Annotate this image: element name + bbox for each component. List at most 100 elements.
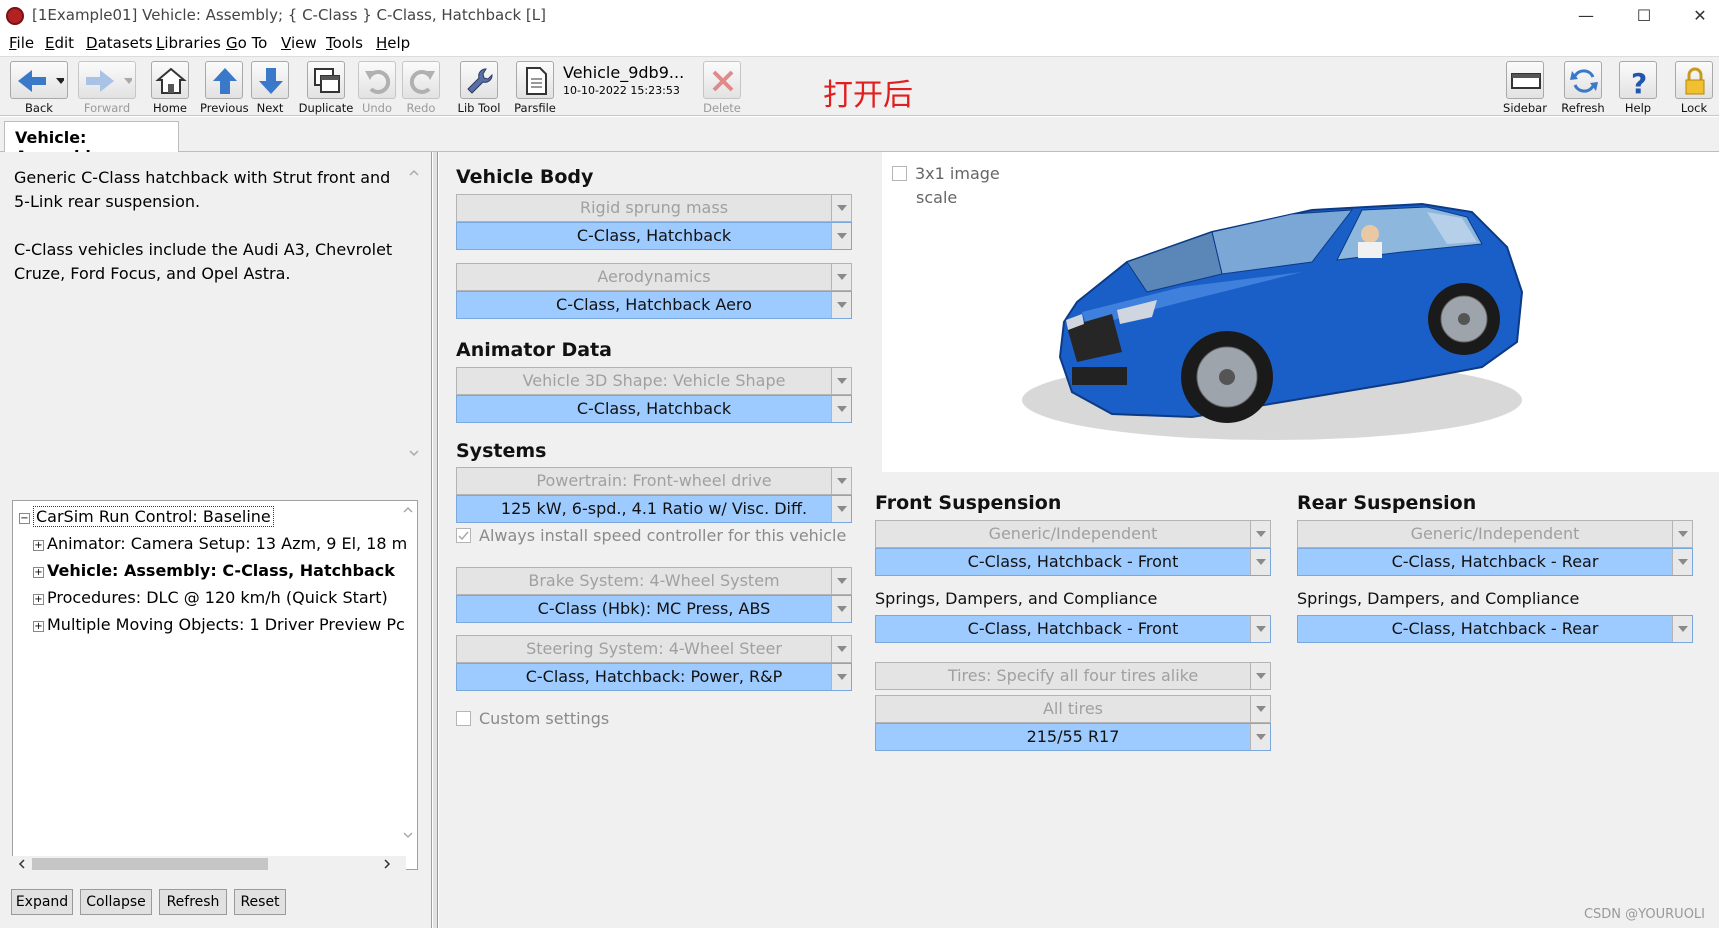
chevron-down-icon	[831, 368, 851, 394]
notes-panel[interactable]: Generic C-Class hatchback with Strut fro…	[4, 160, 418, 470]
all-tires-dataset-dropdown[interactable]: 215/55 R17	[875, 723, 1271, 751]
custom-settings-checkbox[interactable]: Custom settings	[456, 709, 609, 728]
menu-goto[interactable]: Go To	[226, 34, 267, 52]
rigid-mass-category-dropdown[interactable]: Rigid sprung mass	[456, 194, 852, 222]
brake-dataset-dropdown[interactable]: C-Class (Hbk): MC Press, ABS	[456, 595, 852, 623]
menu-libraries[interactable]: Libraries	[156, 34, 221, 52]
annotation-label: 打开后	[823, 78, 913, 113]
tree-hscrollbar[interactable]	[12, 856, 406, 872]
chevron-down-icon	[831, 396, 851, 422]
tree-item[interactable]: + Animator: Camera Setup: 13 Azm, 9 El, 1…	[33, 534, 407, 553]
rear-susp-category-dropdown[interactable]: Generic/Independent	[1297, 520, 1693, 548]
rigid-mass-dataset-dropdown[interactable]: C-Class, Hatchback	[456, 222, 852, 250]
chevron-down-icon	[831, 292, 851, 318]
back-button[interactable]: Back	[8, 59, 70, 115]
menu-file[interactable]: File	[9, 34, 34, 52]
chevron-down-icon	[831, 264, 851, 290]
menu-help[interactable]: Help	[376, 34, 410, 52]
notes-text-2: C-Class vehicles include the Audi A3, Ch…	[14, 240, 393, 283]
undo-button[interactable]: Undo	[357, 59, 397, 115]
powertrain-dataset-dropdown[interactable]: 125 kW, 6-spd., 4.1 Ratio w/ Visc. Diff.	[456, 495, 852, 523]
forward-button[interactable]: Forward	[76, 59, 138, 115]
rear-springs-dataset-dropdown[interactable]: C-Class, Hatchback - Rear	[1297, 615, 1693, 643]
title-bar: [1Example01] Vehicle: Assembly; { C-Clas…	[0, 0, 1719, 32]
front-springs-dataset-dropdown[interactable]: C-Class, Hatchback - Front	[875, 615, 1271, 643]
animator-data-title: Animator Data	[456, 339, 612, 361]
tab-vehicle-assembly[interactable]: Vehicle: Assembly	[4, 121, 179, 166]
powertrain-category-dropdown[interactable]: Powertrain: Front-wheel drive	[456, 467, 852, 495]
chevron-down-icon	[831, 223, 851, 249]
menu-edit[interactable]: Edit	[45, 34, 74, 52]
menu-tools[interactable]: Tools	[326, 34, 363, 52]
tree-item[interactable]: + Multiple Moving Objects: 1 Driver Previ…	[33, 615, 405, 634]
vehicle-render-image	[1022, 202, 1524, 440]
redo-button[interactable]: Redo	[401, 59, 441, 115]
chevron-down-icon	[1250, 696, 1270, 722]
chevron-down-icon	[1250, 724, 1270, 750]
collapse-icon[interactable]: −	[19, 513, 30, 524]
front-suspension-title: Front Suspension	[875, 492, 1062, 514]
lock-icon	[1675, 61, 1713, 99]
refresh-button[interactable]: Refresh	[1558, 59, 1608, 115]
close-button[interactable]: ✕	[1680, 4, 1719, 28]
undo-icon	[358, 61, 396, 99]
tires-category-dropdown[interactable]: Tires: Specify all four tires alike	[875, 662, 1271, 690]
dataset-info: Vehicle_9db9... 10-10-2022 15:23:53	[563, 63, 684, 97]
speed-controller-checkbox[interactable]: Always install speed controller for this…	[456, 526, 846, 545]
rear-susp-dataset-dropdown[interactable]: C-Class, Hatchback - Rear	[1297, 548, 1693, 576]
notes-text-1: Generic C-Class hatchback with Strut fro…	[14, 168, 391, 211]
sidebar-button[interactable]: Sidebar	[1500, 59, 1550, 115]
home-button[interactable]: Home	[150, 59, 190, 115]
steering-dataset-dropdown[interactable]: C-Class, Hatchback: Power, R&P	[456, 663, 852, 691]
tree-vscrollbar[interactable]	[401, 503, 415, 843]
front-susp-category-dropdown[interactable]: Generic/Independent	[875, 520, 1271, 548]
expand-icon[interactable]: +	[33, 594, 44, 605]
tree-item[interactable]: + Procedures: DLC @ 120 km/h (Quick Start…	[33, 588, 388, 607]
expand-icon[interactable]: +	[33, 621, 44, 632]
reset-button[interactable]: Reset	[234, 889, 286, 915]
panel-splitter[interactable]	[433, 152, 438, 928]
delete-button[interactable]: Delete	[700, 59, 744, 115]
chevron-down-icon	[831, 596, 851, 622]
menu-view[interactable]: View	[281, 34, 317, 52]
run-tree[interactable]: − CarSim Run Control: Baseline + Animator:…	[12, 500, 418, 870]
lib-tool-button[interactable]: Lib Tool	[453, 59, 505, 115]
help-button[interactable]: ? Help	[1616, 59, 1660, 115]
expand-icon[interactable]: +	[33, 540, 44, 551]
rear-springs-title: Springs, Dampers, and Compliance	[1297, 589, 1580, 608]
next-button[interactable]: Next	[250, 59, 290, 115]
shape-category-dropdown[interactable]: Vehicle 3D Shape: Vehicle Shape	[456, 367, 852, 395]
steering-category-dropdown[interactable]: Steering System: 4-Wheel Steer	[456, 635, 852, 663]
chevron-down-icon	[831, 468, 851, 494]
chevron-down-icon	[1250, 549, 1270, 575]
duplicate-button[interactable]: Duplicate	[298, 59, 354, 115]
up-arrow-icon	[205, 61, 243, 99]
maximize-button[interactable]: ☐	[1624, 4, 1664, 28]
chevron-down-icon	[1250, 521, 1270, 547]
menu-datasets[interactable]: Datasets	[86, 34, 153, 52]
tree-root[interactable]: − CarSim Run Control: Baseline	[19, 506, 274, 527]
expand-button[interactable]: Expand	[11, 889, 73, 915]
parsfile-button[interactable]: Parsfile	[513, 59, 557, 115]
chevron-down-icon	[1250, 616, 1270, 642]
collapse-button[interactable]: Collapse	[80, 889, 152, 915]
vehicle-body-title: Vehicle Body	[456, 166, 594, 188]
notes-scrollbar[interactable]	[407, 166, 421, 466]
dataset-date: 10-10-2022 15:23:53	[563, 84, 680, 97]
brake-category-dropdown[interactable]: Brake System: 4-Wheel System	[456, 567, 852, 595]
previous-button[interactable]: Previous	[200, 59, 249, 115]
tree-refresh-button[interactable]: Refresh	[159, 889, 227, 915]
menu-bar: File Edit Datasets Libraries Go To View …	[0, 32, 1719, 56]
lock-button[interactable]: Lock	[1672, 59, 1716, 115]
chevron-down-icon	[1672, 549, 1692, 575]
down-arrow-icon	[251, 61, 289, 99]
shape-dataset-dropdown[interactable]: C-Class, Hatchback	[456, 395, 852, 423]
tree-item-selected[interactable]: + Vehicle: Assembly: C-Class, Hatchback	[33, 561, 395, 580]
aero-dataset-dropdown[interactable]: C-Class, Hatchback Aero	[456, 291, 852, 319]
sidebar-icon	[1506, 61, 1544, 99]
minimize-button[interactable]: —	[1566, 4, 1606, 28]
all-tires-category-dropdown[interactable]: All tires	[875, 695, 1271, 723]
expand-icon[interactable]: +	[33, 567, 44, 578]
aero-category-dropdown[interactable]: Aerodynamics	[456, 263, 852, 291]
front-susp-dataset-dropdown[interactable]: C-Class, Hatchback - Front	[875, 548, 1271, 576]
